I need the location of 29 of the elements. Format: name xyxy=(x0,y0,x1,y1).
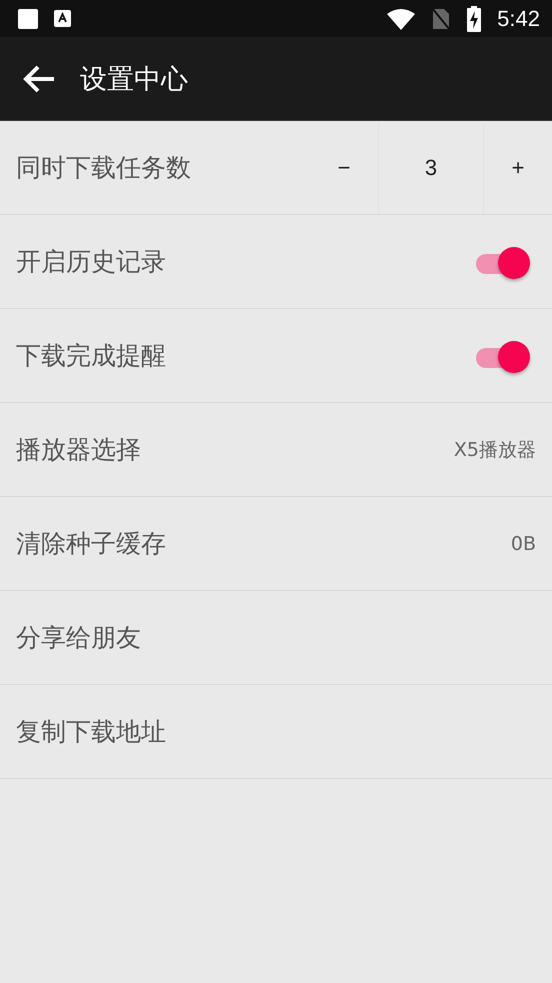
setting-value: X5播放器 xyxy=(454,438,536,462)
settings-row[interactable]: 同时下载任务数 − 3 + xyxy=(0,121,552,215)
notification-square-icon xyxy=(18,8,38,28)
settings-row[interactable]: 复制下载地址 xyxy=(0,685,552,779)
toggle-switch[interactable] xyxy=(474,244,530,278)
battery-charging-icon xyxy=(467,6,482,32)
setting-label: 清除种子缓存 xyxy=(16,528,167,560)
keyboard-a-icon xyxy=(54,10,71,27)
stepper-value: 3 xyxy=(378,122,484,214)
toggle-switch[interactable] xyxy=(474,338,530,372)
settings-row[interactable]: 开启历史记录 xyxy=(0,215,552,309)
clock-time: 5:42 xyxy=(497,6,540,32)
setting-label: 复制下载地址 xyxy=(16,716,167,748)
setting-label: 播放器选择 xyxy=(16,434,142,466)
settings-row[interactable]: 分享给朋友 xyxy=(0,591,552,685)
increment-button[interactable]: + xyxy=(484,122,552,214)
setting-value: 0B xyxy=(510,532,536,554)
setting-label: 同时下载任务数 xyxy=(16,152,192,184)
setting-label: 开启历史记录 xyxy=(16,246,167,278)
wifi-icon xyxy=(387,8,416,30)
decrement-button[interactable]: − xyxy=(310,122,378,214)
settings-row[interactable]: 播放器选择 X5播放器 xyxy=(0,403,552,497)
settings-row[interactable]: 下载完成提醒 xyxy=(0,309,552,403)
setting-label: 分享给朋友 xyxy=(16,622,142,654)
no-sim-icon xyxy=(431,6,452,30)
settings-row[interactable]: 清除种子缓存 0B xyxy=(0,497,552,591)
back-arrow-icon[interactable] xyxy=(22,64,56,94)
page-title: 设置中心 xyxy=(80,62,188,96)
setting-label: 下载完成提醒 xyxy=(16,340,167,372)
